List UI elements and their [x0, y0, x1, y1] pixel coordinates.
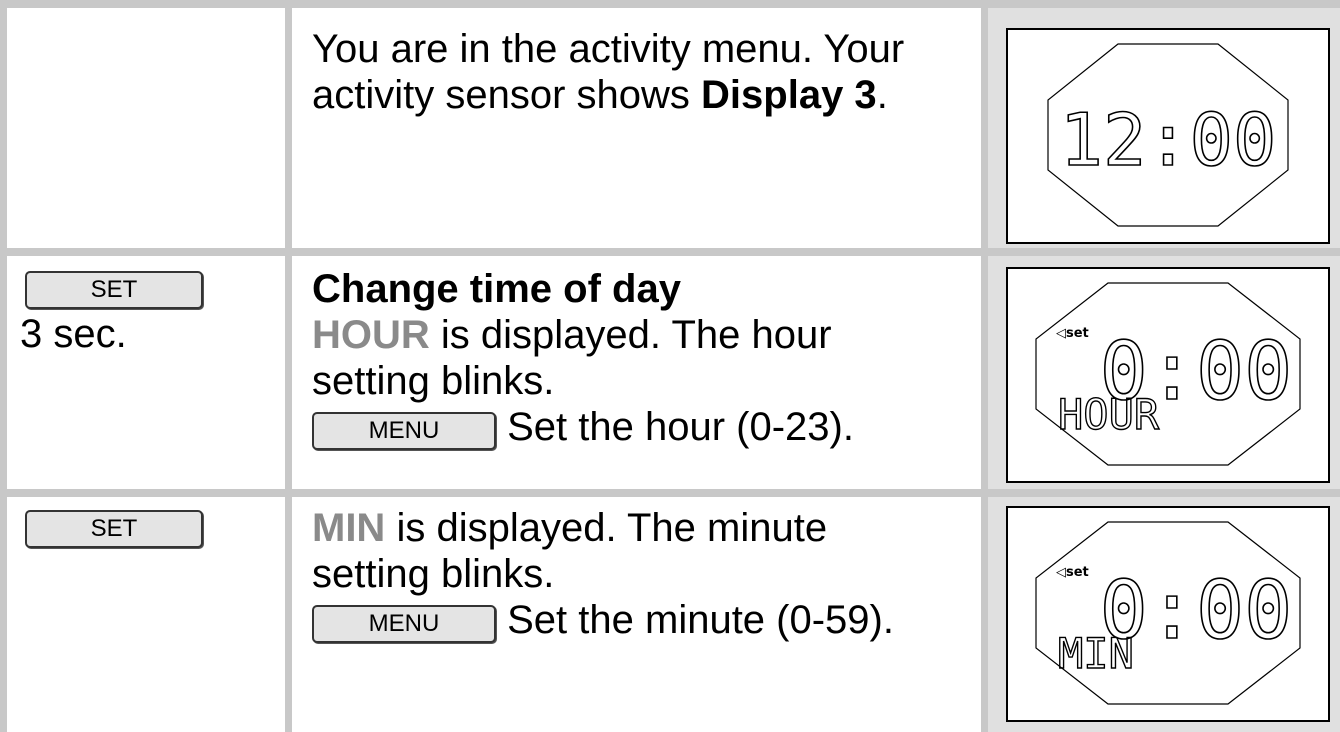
lcd-display-3: ◁set 0:00 MIN	[1006, 506, 1330, 722]
word: minute	[707, 506, 828, 550]
word: displayed.	[480, 313, 662, 357]
row1-line2-text: activity sensor shows	[312, 73, 702, 117]
word: The	[671, 313, 741, 357]
display-name: Display 3	[701, 73, 877, 117]
word: The	[626, 506, 696, 550]
menu-button[interactable]: MENU	[312, 412, 496, 450]
row-divider	[0, 489, 1340, 497]
menu-action: Set the hour (0-23).	[507, 405, 854, 449]
lcd-digits: 12:00	[1060, 98, 1277, 182]
menu-button[interactable]: MENU	[312, 605, 496, 643]
word: displayed.	[436, 506, 617, 550]
row1-period: .	[876, 73, 888, 117]
section-heading: Change time of day	[312, 267, 681, 311]
column-divider	[285, 8, 292, 732]
row2-instruction: Change time of day HOUR is displayed. Th…	[312, 266, 972, 450]
row1-line1: You are in the activity menu. Your	[312, 27, 905, 71]
column-divider	[981, 8, 988, 732]
lcd-label: MIN	[1058, 629, 1134, 678]
set-button[interactable]: SET	[25, 271, 203, 309]
row2-line2: setting blinks.	[312, 359, 555, 403]
hold-duration: 3 sec.	[20, 312, 127, 356]
row1-instruction: You are in the activity menu. Your activ…	[312, 26, 972, 118]
lcd-label: HOUR	[1058, 390, 1160, 439]
word: is	[396, 506, 426, 550]
word: hour	[751, 313, 832, 357]
column-divider	[0, 8, 7, 732]
instruction-table: You are in the activity menu. Your activ…	[0, 0, 1340, 732]
min-keyword: MIN	[312, 506, 386, 550]
row3-instruction: MIN is displayed. The minute setting bli…	[312, 505, 972, 643]
lcd-display-2: ◁set 0:00 HOUR	[1006, 267, 1330, 483]
set-button[interactable]: SET	[25, 510, 203, 548]
set-indicator-icon: ◁set	[1056, 326, 1089, 341]
row3-line2: setting blinks.	[312, 552, 555, 596]
lcd-display-1: 12:00	[1006, 28, 1330, 244]
hour-keyword: HOUR	[312, 313, 430, 357]
set-indicator-icon: ◁set	[1056, 565, 1089, 580]
menu-action: Set the minute (0-59).	[507, 598, 894, 642]
word: is	[440, 313, 470, 357]
row-divider	[0, 248, 1340, 256]
